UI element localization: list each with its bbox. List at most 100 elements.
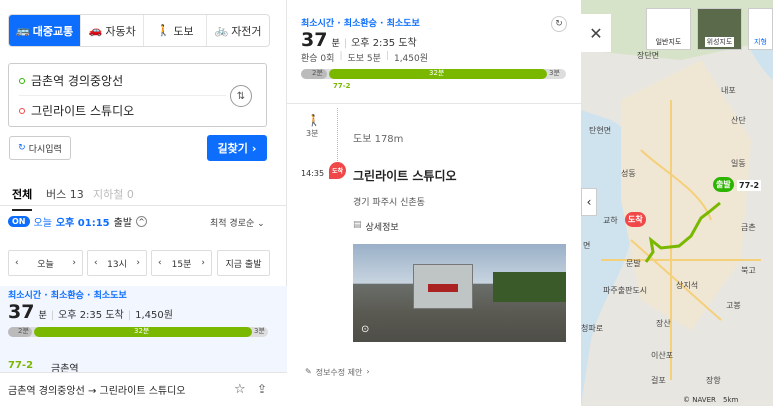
transport-mode-tabs: 🚌 대중교통 🚗 자동차 🚶 도보 🚲 자전거 (8, 14, 270, 47)
sign-shape (428, 284, 458, 292)
map-type-normal[interactable]: 일반지도 (646, 8, 691, 50)
minute-selector[interactable]: ‹ 15분 › (151, 250, 212, 276)
refresh-icon: ↻ (18, 143, 26, 153)
chevron-left-icon[interactable]: ‹ (158, 258, 162, 268)
sort-select[interactable]: 최적 경로순 ⌄ (210, 216, 265, 229)
map-type-terrain[interactable]: 지형 (748, 8, 773, 50)
route-result-card[interactable]: 최소시간 · 최소환승 · 최소도보 37 분 | 오후 2:35 도착 | 1,… (0, 286, 287, 375)
route-detail-panel: 최소시간 · 최소환승 · 최소도보 ↻ 37 분 | 오후 2:35 도착 환승… (287, 0, 581, 406)
map-type-label: 일반지도 (655, 38, 682, 46)
departure-time[interactable]: ON 오늘 오후 01:15 출발 ^ (8, 214, 148, 229)
close-icon[interactable]: ✕ (581, 14, 611, 52)
map-label: 내포 (721, 86, 736, 95)
bus-icon: 🚌 (16, 24, 30, 37)
map-label: 면 (583, 241, 591, 250)
swap-icon[interactable]: ⇅ (230, 85, 252, 107)
walk-segment: 2분 (8, 327, 32, 337)
collapse-panel-icon[interactable]: ‹ (581, 188, 597, 216)
report-link[interactable]: ✎ 정보수정 제안 › (305, 367, 370, 378)
map-label: 금촌 (741, 223, 756, 232)
mode-walk[interactable]: 🚶 도보 (143, 15, 206, 46)
search-route-button[interactable]: 길찾기 › (207, 135, 267, 161)
route-arrival: 오후 2:35 도착 (58, 310, 124, 321)
depart-day: 오늘 (33, 218, 52, 229)
map-label: 상지석 (676, 281, 699, 290)
depart-now-button[interactable]: 지금 출발 (217, 250, 270, 276)
divider (19, 95, 226, 96)
walk-pre-label: 2분 (312, 69, 323, 77)
car-icon: 🚗 (88, 24, 103, 37)
mode-bike[interactable]: 🚲 자전거 (206, 15, 269, 46)
chevron-up-icon: ^ (136, 216, 148, 227)
arrive-badge: 도착 (331, 168, 344, 175)
tab-bus[interactable]: 버스 13 (46, 186, 84, 202)
map-label: 산단 (731, 116, 746, 125)
map-label: 장항 (706, 376, 721, 385)
bike-icon: 🚲 (214, 24, 229, 37)
end-pin[interactable]: 도착 (625, 212, 646, 227)
route-unit: 분 (38, 311, 47, 321)
chevron-right-icon[interactable]: › (136, 258, 140, 268)
chevron-right-icon[interactable]: › (201, 258, 205, 268)
tab-subway[interactable]: 지하철 0 (93, 186, 134, 202)
report-label: 정보수정 제안 (315, 368, 363, 377)
place-photo[interactable]: ⊙ (353, 244, 566, 342)
depart-suffix: 출발 (113, 218, 133, 229)
detail-minutes: 37 (301, 29, 328, 51)
map-type-label: 위성지도 (704, 37, 735, 47)
reset-label: 다시입력 (28, 144, 62, 155)
detail-info-link[interactable]: ▤ 상세정보 (353, 220, 399, 233)
place-address: 경기 파주시 신촌동 (353, 198, 425, 208)
arrive-pin-icon: 도착 (329, 162, 346, 179)
map-label: 교하 (603, 216, 618, 225)
map-type-satellite[interactable]: 위성지도 (697, 8, 742, 50)
start-pin[interactable]: 출발 (713, 177, 734, 192)
place-name[interactable]: 그린라이트 스튜디오 (353, 167, 457, 184)
walk-icon: 🚶 (307, 114, 321, 127)
end-badge: 도착 (628, 215, 643, 224)
walk-post-label: 3분 (254, 327, 265, 335)
map-label: 장단면 (637, 51, 660, 60)
chevron-left-icon[interactable]: ‹ (15, 258, 19, 268)
star-icon[interactable]: ☆ (234, 382, 246, 397)
detail-arrival: 오후 2:35 도착 (351, 38, 417, 49)
mode-label: 도보 (173, 24, 194, 38)
bus-duration-label: 32분 (134, 327, 150, 335)
origin-field[interactable]: 금촌역 경의중앙선 (19, 72, 123, 89)
day-value: 오늘 (37, 259, 54, 270)
day-selector[interactable]: ‹ 오늘 › (8, 250, 83, 276)
route-inputs: 금촌역 경의중앙선 그린라이트 스튜디오 ⇅ (8, 63, 267, 127)
walk-post-label: 3분 (549, 69, 560, 77)
map-view[interactable]: ✕ ‹ 일반지도 위성지도 지형 장단면 내포 산단 일동 탄현면 성동 금촌 … (581, 0, 773, 406)
map-label: 이산포 (651, 351, 674, 360)
map-label: 문발 (626, 259, 641, 268)
map-canvas (581, 0, 773, 406)
detail-timeline-bar: 2분 32분 3분 (301, 69, 566, 79)
route-fare: 1,450원 (135, 310, 173, 321)
mode-label: 자전거 (231, 24, 262, 38)
on-badge: ON (8, 216, 30, 227)
depart-time: 오후 01:15 (55, 218, 110, 229)
hour-selector[interactable]: ‹ 13시 › (87, 250, 147, 276)
share-icon[interactable]: ⇪ (257, 382, 267, 396)
mode-label: 자동차 (105, 24, 136, 38)
walk-icon: 🚶 (156, 24, 171, 37)
document-icon: ▤ (353, 220, 362, 230)
chevron-left-icon[interactable]: ‹ (94, 258, 98, 268)
bus-segment: 32분 (329, 69, 547, 79)
search-label: 길찾기 (217, 142, 248, 155)
refresh-icon[interactable]: ↻ (551, 16, 567, 32)
sort-label: 최적 경로순 (210, 219, 255, 229)
footer-route-text: 금촌역 경의중앙선 → 그린라이트 스튜디오 (8, 386, 186, 397)
hour-value: 13시 (107, 259, 127, 270)
location-pin-icon: ⊙ (361, 324, 370, 335)
destination-field[interactable]: 그린라이트 스튜디오 (19, 102, 134, 119)
reset-button[interactable]: ↻ 다시입력 (9, 136, 71, 160)
start-badge: 출발 (716, 180, 731, 189)
tab-all[interactable]: 전체 (12, 186, 33, 211)
mode-transit[interactable]: 🚌 대중교통 (9, 15, 81, 46)
route-footer: 금촌역 경의중앙선 → 그린라이트 스튜디오 ☆ ⇪ (0, 372, 287, 406)
mode-car[interactable]: 🚗 자동차 (80, 15, 143, 46)
chevron-right-icon: › (366, 367, 370, 376)
chevron-right-icon[interactable]: › (72, 258, 76, 268)
